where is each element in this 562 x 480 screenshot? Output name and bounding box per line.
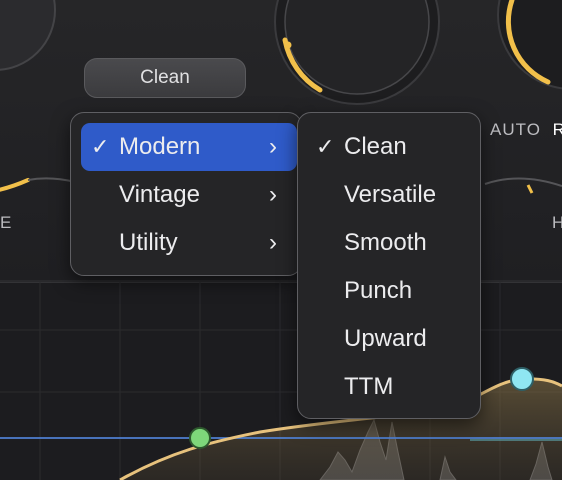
auto-label: AUTO R: [490, 120, 562, 140]
chevron-right-icon: ›: [269, 133, 277, 160]
knob-mid-left[interactable]: [0, 177, 76, 192]
auto-label-text: AUTO: [490, 120, 541, 139]
chevron-right-icon: ›: [269, 229, 277, 256]
submenu-item-smooth[interactable]: Smooth: [306, 219, 472, 267]
preset-category-menu: ✓ Modern › Vintage › Utility ›: [70, 112, 302, 276]
submenu-item-punch[interactable]: Punch: [306, 267, 472, 315]
preset-submenu: ✓ Clean Versatile Smooth Punch Upward TT…: [297, 112, 481, 419]
knob-top-left[interactable]: [0, 0, 56, 71]
submenu-item-ttm[interactable]: TTM: [306, 363, 472, 411]
menu-item-label: Vintage: [119, 181, 200, 208]
menu-item-modern[interactable]: ✓ Modern ›: [81, 123, 297, 171]
menu-item-label: TTM: [344, 373, 394, 400]
menu-item-utility[interactable]: Utility ›: [81, 219, 297, 267]
submenu-item-clean[interactable]: ✓ Clean: [306, 123, 472, 171]
knob-top-center[interactable]: [274, 0, 440, 105]
menu-item-label: Utility: [119, 229, 178, 256]
menu-item-label: Upward: [344, 325, 427, 352]
submenu-item-upward[interactable]: Upward: [306, 315, 472, 363]
submenu-item-versatile[interactable]: Versatile: [306, 171, 472, 219]
menu-item-label: Clean: [344, 133, 407, 160]
knob-top-right[interactable]: [497, 0, 562, 90]
menu-item-vintage[interactable]: Vintage ›: [81, 171, 297, 219]
mode-select-button[interactable]: Clean: [84, 58, 246, 98]
right-edge-label: H: [552, 213, 562, 232]
eq-node-green[interactable]: [189, 427, 211, 449]
knob-mid-right[interactable]: [484, 177, 562, 194]
left-edge-label: E: [0, 213, 13, 232]
menu-item-label: Punch: [344, 277, 413, 304]
menu-item-label: Smooth: [344, 229, 427, 256]
menu-item-label: Versatile: [344, 181, 437, 208]
menu-item-label: Modern: [119, 133, 201, 160]
auto-suffix-label: R: [552, 120, 562, 139]
chevron-right-icon: ›: [269, 181, 277, 208]
checkmark-icon: ✓: [316, 134, 335, 159]
eq-node-cyan[interactable]: [510, 367, 534, 391]
checkmark-icon: ✓: [91, 134, 110, 159]
